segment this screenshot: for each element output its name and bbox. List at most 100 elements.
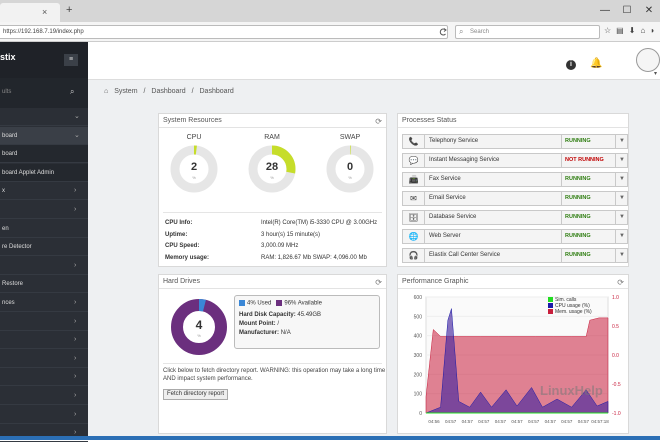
address-bar[interactable]: https://192.168.7.19/index.php <box>0 25 448 39</box>
process-row[interactable]: 🌐 Web Server RUNNING ▼ <box>402 229 628 244</box>
sidebar-item[interactable]: nces › <box>0 294 88 312</box>
refresh-icon[interactable]: ⟳ <box>375 276 382 290</box>
maximize-button[interactable]: ☐ <box>616 0 638 22</box>
sidebar-item[interactable]: ⌄ <box>0 108 88 126</box>
home-icon[interactable]: ⌂ <box>104 88 108 95</box>
x-tick: 04:57 <box>545 419 557 424</box>
legend-swatch <box>548 303 553 309</box>
refresh-icon[interactable]: ⟳ <box>617 276 624 290</box>
gauge-label: RAM <box>264 134 280 141</box>
breadcrumb-system[interactable]: System <box>114 88 137 95</box>
sidebar-item[interactable]: › <box>0 201 88 219</box>
pocket-icon[interactable]: ◗ <box>650 26 655 35</box>
process-status: RUNNING <box>561 230 611 243</box>
chevron-down-icon[interactable]: ▼ <box>615 192 628 205</box>
search-placeholder: Search <box>470 29 490 35</box>
home-icon[interactable]: ⌂ <box>640 26 645 35</box>
y-tick-left: 0 <box>419 411 422 417</box>
manufacturer-row: Manufacturer: N/A <box>239 330 291 336</box>
window-controls: — ☐ ✕ <box>594 0 660 22</box>
info-icon[interactable]: i <box>566 60 576 70</box>
chevron-down-icon[interactable]: ▼ <box>615 211 628 224</box>
chevron-down-icon[interactable]: ▼ <box>615 154 628 167</box>
sidebar-search-placeholder: ults <box>2 89 12 95</box>
watermark: LinuxHelp <box>540 383 603 398</box>
search-icon[interactable]: ⌕ <box>70 87 74 97</box>
minimize-button[interactable]: — <box>594 0 616 22</box>
x-tick: 04:57 <box>511 419 523 424</box>
fetch-directory-report-button[interactable]: Fetch directory report <box>163 389 229 400</box>
sidebar-search[interactable]: ults ⌕ <box>0 78 88 108</box>
chevron-icon: › <box>74 336 77 344</box>
legend-swatch <box>548 309 553 315</box>
chevron-down-icon[interactable]: ▼ <box>615 249 628 262</box>
telephone-icon: 📞 <box>403 135 425 148</box>
gauge-value: 28 <box>265 161 279 173</box>
sidebar-item[interactable]: x › <box>0 182 88 201</box>
sidebar-item[interactable]: › <box>0 350 88 368</box>
browser-search-input[interactable]: ⌕ Search <box>455 25 600 39</box>
browser-toolbar: https://192.168.7.19/index.php ⌕ Search … <box>0 22 660 42</box>
disk-usage-value: 4 <box>195 318 203 332</box>
gauge-label: SWAP <box>339 134 361 141</box>
refresh-icon[interactable]: ⟳ <box>375 115 382 129</box>
performance-panel: Performance Graphic ⟳ 600 500 400 300 200 100… <box>397 274 629 434</box>
process-row[interactable]: 🎧 Elastix Call Center Service RUNNING ▼ <box>402 248 628 263</box>
y-tick-right: -1.0 <box>612 411 621 417</box>
sidebar-item[interactable]: board ⌄ <box>0 126 88 145</box>
reading-list-icon[interactable]: ▤ <box>616 26 624 35</box>
info-key: Memory usage: <box>165 254 210 261</box>
system-info-row: Memory usage: RAM: 1,826.67 Mb SWAP: 4,09… <box>165 255 367 261</box>
gauge-pct-sign: % <box>192 175 196 180</box>
process-name: Fax Service <box>429 176 461 182</box>
chevron-icon: › <box>74 261 77 269</box>
chevron-down-icon[interactable]: ▼ <box>615 173 628 186</box>
avatar[interactable] <box>636 48 660 72</box>
sidebar-item[interactable]: re Detector <box>0 238 88 257</box>
x-tick: 04:57 <box>495 419 507 424</box>
process-row[interactable]: 💬 Instant Messaging Service NOT RUNNING ▼ <box>402 153 628 168</box>
top-header: i 🔔 ▾ <box>88 42 660 80</box>
database-icon: 🗄 <box>403 211 425 224</box>
sidebar-item[interactable]: en <box>0 220 88 238</box>
process-row[interactable]: 📞 Telephony Service RUNNING ▼ <box>402 134 628 149</box>
browser-tab[interactable]: × <box>0 3 60 22</box>
close-window-button[interactable]: ✕ <box>638 0 660 22</box>
gauge-label: CPU <box>186 134 202 141</box>
process-name: Instant Messaging Service <box>429 157 500 163</box>
process-name: Telephony Service <box>429 138 479 144</box>
sidebar-item[interactable]: Restore <box>0 275 88 294</box>
process-row[interactable]: ✉ Email Service RUNNING ▼ <box>402 191 628 206</box>
bookmark-star-icon[interactable]: ☆ <box>604 26 611 35</box>
download-icon[interactable]: ⬇ <box>629 26 636 35</box>
gauge-value: 0 <box>346 161 354 173</box>
info-value: 3 hour(s) 15 minute(s) <box>261 231 321 238</box>
system-info-row: CPU Speed: 3,000.09 MHz <box>165 243 298 249</box>
sidebar-item[interactable]: › <box>0 368 88 387</box>
sidebar-item[interactable]: › <box>0 313 88 331</box>
bell-icon[interactable]: 🔔 <box>590 58 602 69</box>
chevron-icon: › <box>74 299 77 306</box>
process-row[interactable]: 📠 Fax Service RUNNING ▼ <box>402 172 628 187</box>
reload-icon[interactable] <box>438 22 448 44</box>
used-label: 4% Used <box>247 300 272 307</box>
menu-toggle-icon[interactable]: ≡ <box>64 54 78 66</box>
disk-usage-pct-sign: % <box>197 333 201 338</box>
sidebar-item[interactable]: board Applet Admin <box>0 163 88 182</box>
chevron-down-icon[interactable]: ▼ <box>615 230 628 243</box>
chevron-down-icon[interactable]: ▾ <box>654 70 657 77</box>
info-value: 3,000.09 MHz <box>261 243 299 249</box>
sidebar-item[interactable]: › <box>0 387 88 405</box>
sidebar-item[interactable]: › <box>0 257 88 275</box>
sidebar-item[interactable]: board <box>0 145 88 164</box>
x-tick: 04:56 <box>428 419 440 424</box>
new-tab-button[interactable]: + <box>66 4 72 16</box>
sidebar-item[interactable]: › <box>0 331 88 350</box>
chevron-down-icon[interactable]: ▼ <box>615 135 628 148</box>
gauge-value: 2 <box>190 161 198 173</box>
close-tab-icon[interactable]: × <box>42 7 47 17</box>
panel-header: Performance Graphic ⟳ <box>398 275 628 289</box>
process-row[interactable]: 🗄 Database Service RUNNING ▼ <box>402 210 628 225</box>
sidebar-item[interactable]: › <box>0 406 88 424</box>
breadcrumb-dashboard[interactable]: Dashboard <box>151 88 185 95</box>
